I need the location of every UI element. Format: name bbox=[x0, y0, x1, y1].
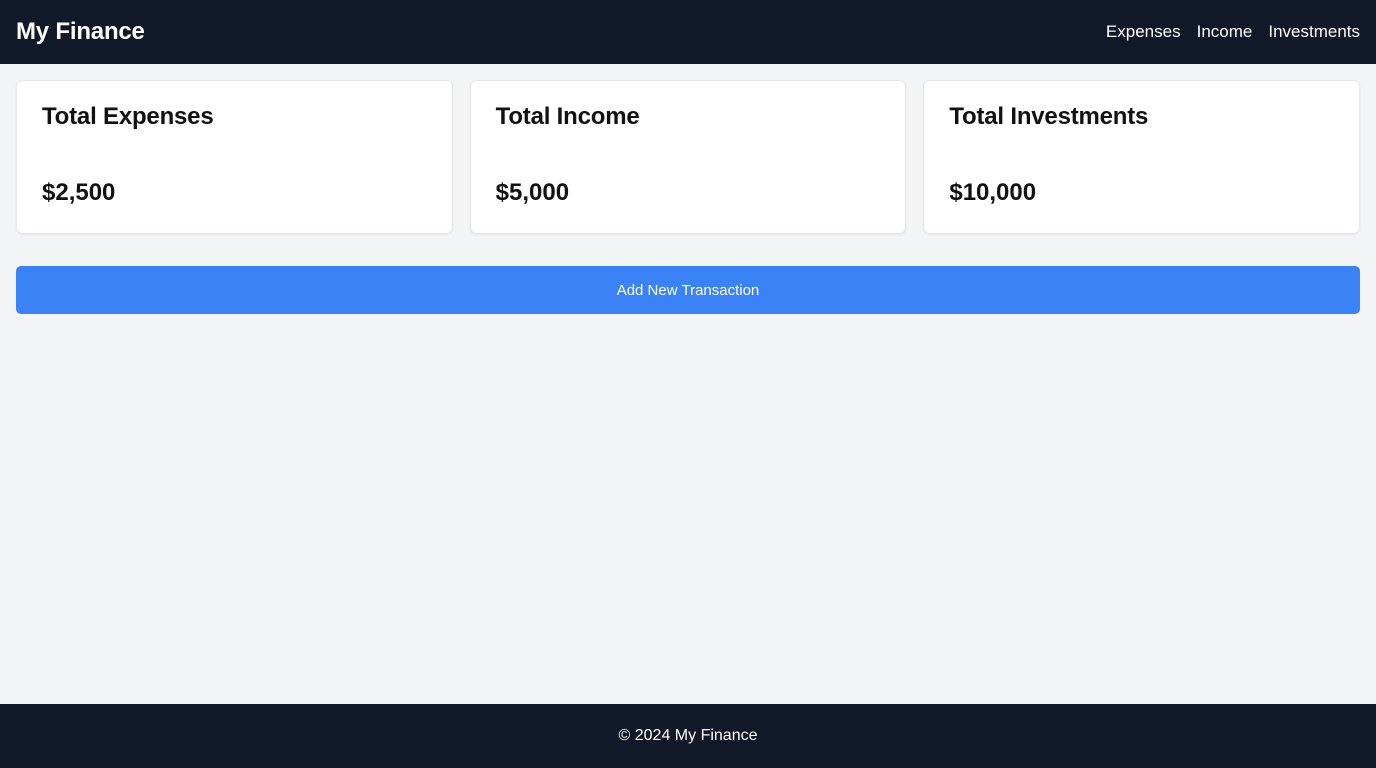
nav-link-investments[interactable]: Investments bbox=[1268, 22, 1360, 42]
card-value: $10,000 bbox=[949, 179, 1037, 206]
card-title: Total Expenses bbox=[42, 103, 214, 130]
top-navbar: My Finance Expenses Income Investments bbox=[0, 0, 1376, 64]
card-total-investments: Total Investments $10,000 bbox=[923, 80, 1361, 234]
footer-copyright: © 2024 My Finance bbox=[618, 727, 758, 744]
add-transaction-button[interactable]: Add New Transaction bbox=[16, 266, 1360, 314]
summary-cards: Total Expenses $2,500 Total Income $5,00… bbox=[16, 80, 1361, 234]
page-footer: © 2024 My Finance bbox=[0, 704, 1376, 768]
card-title: Total Investments bbox=[949, 103, 1149, 130]
card-value: $2,500 bbox=[42, 179, 116, 206]
card-title: Total Income bbox=[495, 103, 640, 130]
card-value: $5,000 bbox=[495, 179, 570, 206]
nav-link-expenses[interactable]: Expenses bbox=[1106, 22, 1181, 42]
card-total-income: Total Income $5,000 bbox=[469, 80, 907, 234]
brand-title[interactable]: My Finance bbox=[16, 18, 145, 46]
nav-link-income[interactable]: Income bbox=[1197, 22, 1253, 42]
main-nav: Expenses Income Investments bbox=[1106, 22, 1360, 42]
card-total-expenses: Total Expenses $2,500 bbox=[16, 80, 453, 234]
